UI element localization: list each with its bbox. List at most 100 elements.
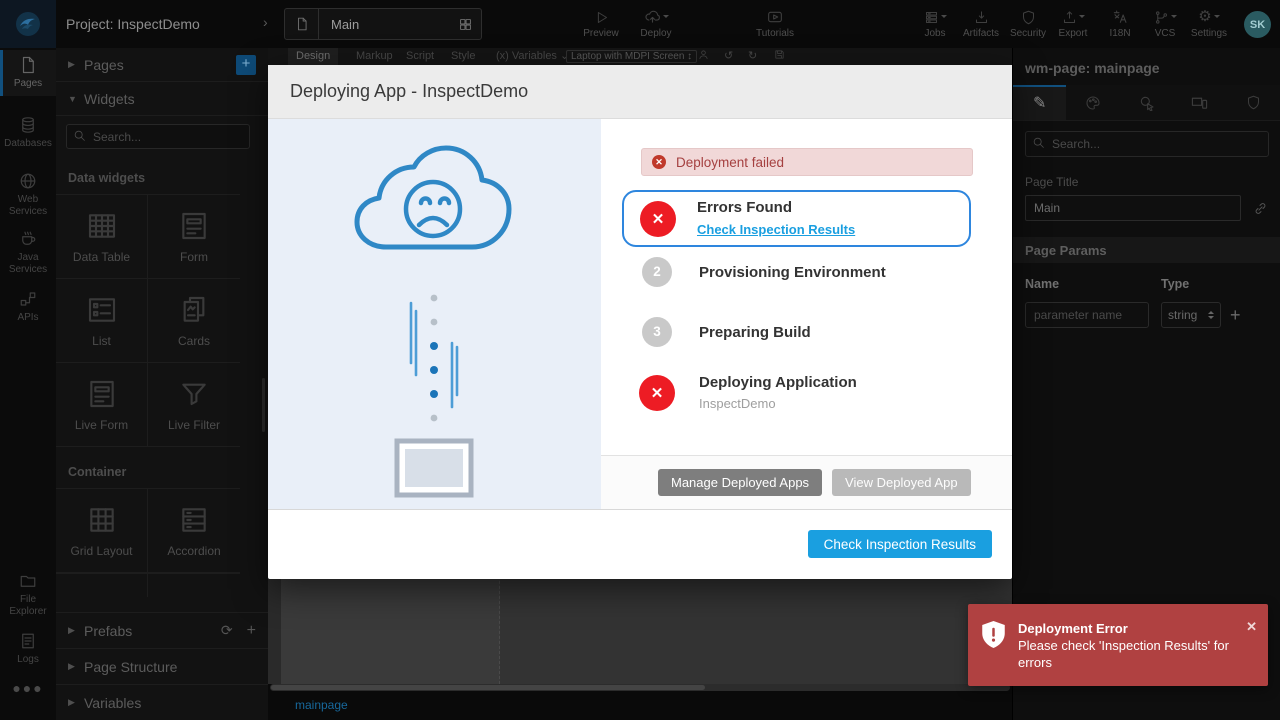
check-inspection-results-link[interactable]: Check Inspection Results: [697, 222, 855, 237]
active-page-label[interactable]: mainpage: [295, 694, 348, 716]
save-icon[interactable]: [774, 49, 785, 60]
rail-item-java-services[interactable]: Java Services: [0, 224, 56, 282]
video-icon: [767, 7, 783, 25]
tab-style[interactable]: Style: [443, 48, 483, 65]
upload-icon: [1062, 7, 1085, 25]
undo-icon[interactable]: ↺: [724, 49, 733, 64]
page-params-header: Page Params: [1013, 237, 1280, 263]
container-header: Container: [56, 447, 268, 488]
variables-row[interactable]: ▶ Variables: [56, 684, 268, 720]
bind-link-icon[interactable]: [1253, 201, 1268, 216]
widget-search: [66, 124, 250, 149]
rail-item-logs[interactable]: Logs: [0, 626, 56, 672]
close-icon[interactable]: ✕: [1246, 619, 1257, 635]
horizontal-scrollbar[interactable]: [270, 684, 1010, 691]
caret-right-icon: ▶: [68, 59, 84, 70]
view-deployed-app-button[interactable]: View Deployed App: [832, 469, 971, 496]
pointer-select-icon: [1139, 95, 1155, 111]
user-avatar[interactable]: SK: [1244, 11, 1271, 38]
page-title-input[interactable]: [1025, 195, 1241, 221]
step-number-badge: 3: [642, 317, 672, 347]
page-structure-row[interactable]: ▶ Page Structure: [56, 648, 268, 684]
data-widgets-grid: Data Table Form List Cards Live Form Liv…: [56, 194, 240, 447]
canvas-bottom-bar: mainpage: [268, 694, 1012, 716]
panel-footer-rows: ▶ Prefabs ⟳ + ▶ Page Structure ▶ Variabl…: [56, 612, 268, 720]
redo-icon[interactable]: ↻: [748, 49, 757, 64]
caret-down-icon: ▼: [68, 94, 84, 104]
shield-outline-icon: [1246, 95, 1261, 110]
widget-live-filter[interactable]: Live Filter: [148, 363, 240, 447]
widget-live-form[interactable]: Live Form: [56, 363, 148, 447]
tab-events[interactable]: [1120, 85, 1173, 120]
shield-alert-icon: [980, 619, 1007, 655]
widget-data-table[interactable]: Data Table: [56, 195, 148, 279]
rail-item-apis[interactable]: APIs: [0, 284, 56, 330]
sad-cloud-illustration: [345, 145, 525, 505]
wavemaker-logo-icon[interactable]: [0, 0, 56, 48]
widget-partial[interactable]: [56, 574, 148, 597]
coffee-cup-icon: [19, 230, 37, 248]
tab-styles[interactable]: [1066, 85, 1119, 120]
rail-item-file-explorer[interactable]: File Explorer: [0, 566, 56, 624]
prefabs-row[interactable]: ▶ Prefabs ⟳ +: [56, 612, 268, 648]
widget-search-input[interactable]: [66, 124, 250, 149]
rail-item-web-services[interactable]: Web Services: [0, 166, 56, 224]
data-table-icon: [86, 210, 118, 242]
tab-design[interactable]: Design: [288, 48, 338, 65]
deploy-actions-strip: Manage Deployed Apps View Deployed App: [601, 455, 1012, 509]
project-name: Project: InspectDemo: [66, 0, 200, 48]
widget-grid-layout[interactable]: Grid Layout: [56, 489, 148, 573]
deploy-dialog: Deploying App - InspectDemo: [268, 65, 1012, 579]
pages-grid-icon[interactable]: [459, 18, 472, 31]
properties-search-input[interactable]: [1025, 131, 1269, 157]
properties-tabs: ✎: [1013, 85, 1280, 121]
refresh-icon[interactable]: ⟳: [221, 622, 233, 640]
settings-button[interactable]: ⚙ Settings: [1177, 7, 1241, 39]
widget-cards[interactable]: Cards: [148, 279, 240, 363]
manage-deployed-apps-button[interactable]: Manage Deployed Apps: [658, 469, 822, 496]
cloud-upload-icon: [644, 7, 669, 25]
param-type-header: Type: [1161, 277, 1189, 291]
param-name-input[interactable]: [1025, 302, 1149, 328]
live-form-icon: [86, 378, 118, 410]
api-nodes-icon: [19, 290, 37, 308]
widget-form[interactable]: Form: [148, 195, 240, 279]
pages-accordion-row[interactable]: ▶ Pages +: [56, 48, 268, 82]
properties-search: [1025, 131, 1269, 157]
widgets-accordion-row[interactable]: ▼ Widgets: [56, 82, 268, 116]
scrollbar-thumb[interactable]: [271, 685, 705, 690]
deployment-error-toast[interactable]: Deployment Error Please check 'Inspectio…: [968, 604, 1268, 686]
dialog-header: Deploying App - InspectDemo: [268, 65, 1012, 119]
dialog-title: Deploying App - InspectDemo: [290, 81, 528, 102]
tab-properties[interactable]: ✎: [1013, 85, 1066, 120]
caret-right-icon: ▶: [68, 697, 84, 708]
list-icon: [86, 294, 118, 326]
widget-accordion[interactable]: Accordion: [148, 489, 240, 573]
page-selector[interactable]: Main: [284, 8, 482, 40]
error-x-icon: ✕: [639, 375, 675, 411]
device-select[interactable]: Laptop with MDPI Screen ↕: [566, 50, 697, 63]
deploy-button[interactable]: Deploy: [624, 7, 688, 39]
rail-item-databases[interactable]: Databases: [0, 110, 56, 156]
tab-markup[interactable]: Markup: [348, 48, 401, 65]
branch-icon: [1154, 7, 1177, 25]
rail-item-pages[interactable]: Pages: [0, 50, 56, 96]
check-inspection-results-button[interactable]: Check Inspection Results: [808, 530, 992, 558]
step-provisioning: 2 Provisioning Environment: [601, 257, 886, 287]
tab-devices[interactable]: [1173, 85, 1226, 120]
widget-list[interactable]: List: [56, 279, 148, 363]
param-type-select[interactable]: string: [1161, 302, 1221, 328]
tab-security[interactable]: [1227, 85, 1280, 120]
tutorials-button[interactable]: Tutorials: [743, 7, 807, 39]
user-icon[interactable]: [698, 49, 709, 60]
add-prefab-button[interactable]: +: [247, 622, 256, 640]
tab-script[interactable]: Script: [398, 48, 442, 65]
dialog-footer: Check Inspection Results: [268, 509, 1012, 578]
param-name-header: Name: [1025, 277, 1161, 291]
more-options-icon[interactable]: ●●●: [0, 680, 56, 696]
page-title-label: Page Title: [1025, 175, 1268, 189]
panel-scrollbar[interactable]: [262, 378, 265, 432]
add-page-button[interactable]: +: [236, 55, 256, 75]
variables-toolbar-button[interactable]: (x) Variables ⌄: [496, 48, 569, 65]
add-param-button[interactable]: +: [1230, 306, 1241, 324]
